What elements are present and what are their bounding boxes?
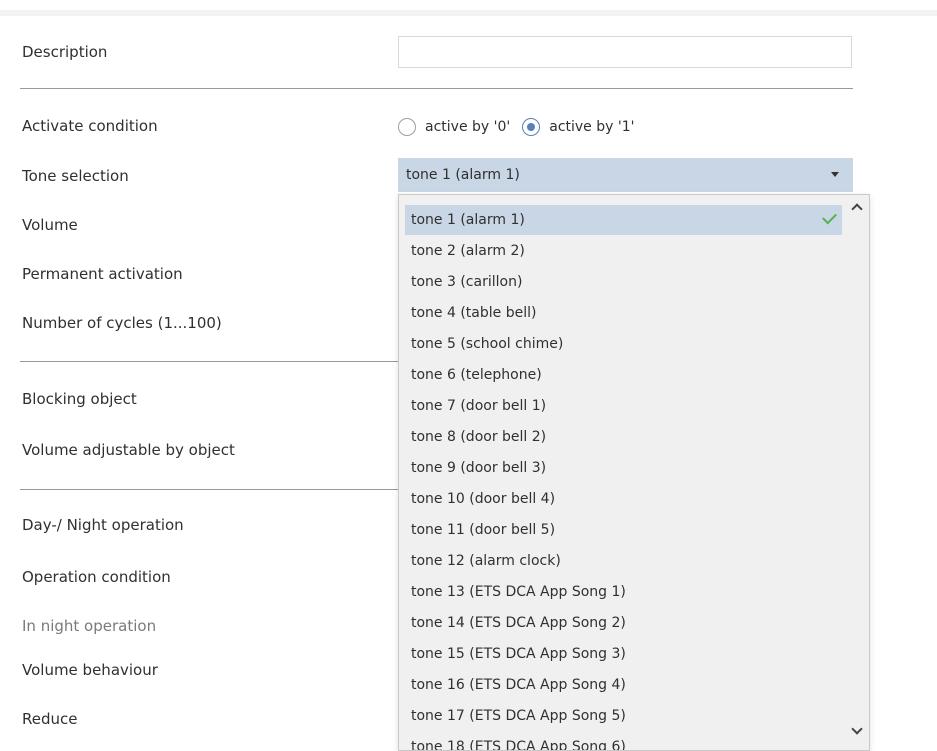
radio-label-active-by-1[interactable]: active by '1' <box>549 119 634 135</box>
list-item-label: tone 16 (ETS DCA App Song 4) <box>411 677 626 693</box>
list-item[interactable]: tone 3 (carillon) <box>405 267 842 297</box>
list-item[interactable]: tone 13 (ETS DCA App Song 1) <box>405 577 842 607</box>
radio-label-active-by-0[interactable]: active by '0' <box>425 119 510 135</box>
permanent-activation-label: Permanent activation <box>22 265 183 283</box>
list-item-label: tone 4 (table bell) <box>411 305 537 321</box>
list-item-label: tone 15 (ETS DCA App Song 3) <box>411 646 626 662</box>
list-item-label: tone 10 (door bell 4) <box>411 491 556 507</box>
chevron-down-icon[interactable] <box>851 723 863 735</box>
radio-active-by-0[interactable] <box>398 118 416 136</box>
list-item[interactable]: tone 8 (door bell 2) <box>405 422 842 452</box>
list-item-label: tone 17 (ETS DCA App Song 5) <box>411 708 626 724</box>
in-night-operation-label: In night operation <box>22 617 157 635</box>
list-item[interactable]: tone 16 (ETS DCA App Song 4) <box>405 670 842 700</box>
list-item[interactable]: tone 17 (ETS DCA App Song 5) <box>405 701 842 731</box>
cycles-label: Number of cycles (1...100) <box>22 314 222 332</box>
list-item[interactable]: tone 1 (alarm 1) <box>405 205 842 235</box>
operation-condition-label: Operation condition <box>22 568 171 586</box>
list-item[interactable]: tone 5 (school chime) <box>405 329 842 359</box>
tone-selection-list[interactable]: tone 1 (alarm 1) tone 2 (alarm 2) tone 3… <box>398 194 870 751</box>
list-item-label: tone 8 (door bell 2) <box>411 429 547 445</box>
list-item-label: tone 14 (ETS DCA App Song 2) <box>411 615 626 631</box>
blocking-object-label: Blocking object <box>22 390 137 408</box>
list-item[interactable]: tone 18 (ETS DCA App Song 6) <box>405 732 842 751</box>
chevron-down-icon <box>831 172 839 177</box>
reduce-label: Reduce <box>22 710 78 728</box>
list-item-label: tone 1 (alarm 1) <box>411 212 525 228</box>
volume-adjustable-label: Volume adjustable by object <box>22 441 235 459</box>
section-divider <box>20 88 853 89</box>
description-field[interactable] <box>398 36 852 68</box>
list-item[interactable]: tone 15 (ETS DCA App Song 3) <box>405 639 842 669</box>
list-item[interactable]: tone 11 (door bell 5) <box>405 515 842 545</box>
list-item-label: tone 12 (alarm clock) <box>411 553 561 569</box>
list-item[interactable]: tone 14 (ETS DCA App Song 2) <box>405 608 842 638</box>
list-item-label: tone 3 (carillon) <box>411 274 523 290</box>
tone-selection-value: tone 1 (alarm 1) <box>406 167 520 183</box>
list-item-label: tone 18 (ETS DCA App Song 6) <box>411 739 626 751</box>
list-item[interactable]: tone 6 (telephone) <box>405 360 842 390</box>
list-item-label: tone 7 (door bell 1) <box>411 398 547 414</box>
volume-behaviour-label: Volume behaviour <box>22 661 158 679</box>
volume-label: Volume <box>22 216 78 234</box>
list-scrollbar[interactable] <box>845 195 869 750</box>
list-item[interactable]: tone 4 (table bell) <box>405 298 842 328</box>
section-divider <box>20 361 400 362</box>
top-divider <box>0 10 937 16</box>
scroll-thumb[interactable] <box>854 221 858 716</box>
list-item-label: tone 11 (door bell 5) <box>411 522 556 538</box>
day-night-label: Day-/ Night operation <box>22 516 184 534</box>
radio-active-by-1[interactable] <box>522 118 541 136</box>
activate-condition-radio-group: active by '0' active by '1' <box>398 115 646 139</box>
list-item-label: tone 6 (telephone) <box>411 367 542 383</box>
list-item-label: tone 13 (ETS DCA App Song 1) <box>411 584 626 600</box>
tone-selection-dropdown[interactable]: tone 1 (alarm 1) <box>398 158 853 192</box>
chevron-up-icon[interactable] <box>851 203 863 215</box>
section-divider <box>20 489 400 490</box>
check-icon <box>822 209 837 225</box>
list-item[interactable]: tone 12 (alarm clock) <box>405 546 842 576</box>
list-item-label: tone 5 (school chime) <box>411 336 564 352</box>
list-item[interactable]: tone 10 (door bell 4) <box>405 484 842 514</box>
list-item[interactable]: tone 2 (alarm 2) <box>405 236 842 266</box>
list-item[interactable]: tone 7 (door bell 1) <box>405 391 842 421</box>
description-label: Description <box>22 43 108 61</box>
activate-condition-label: Activate condition <box>22 117 158 135</box>
list-item-label: tone 9 (door bell 3) <box>411 460 547 476</box>
list-item[interactable]: tone 9 (door bell 3) <box>405 453 842 483</box>
tone-selection-label: Tone selection <box>22 167 129 185</box>
list-item-label: tone 2 (alarm 2) <box>411 243 525 259</box>
